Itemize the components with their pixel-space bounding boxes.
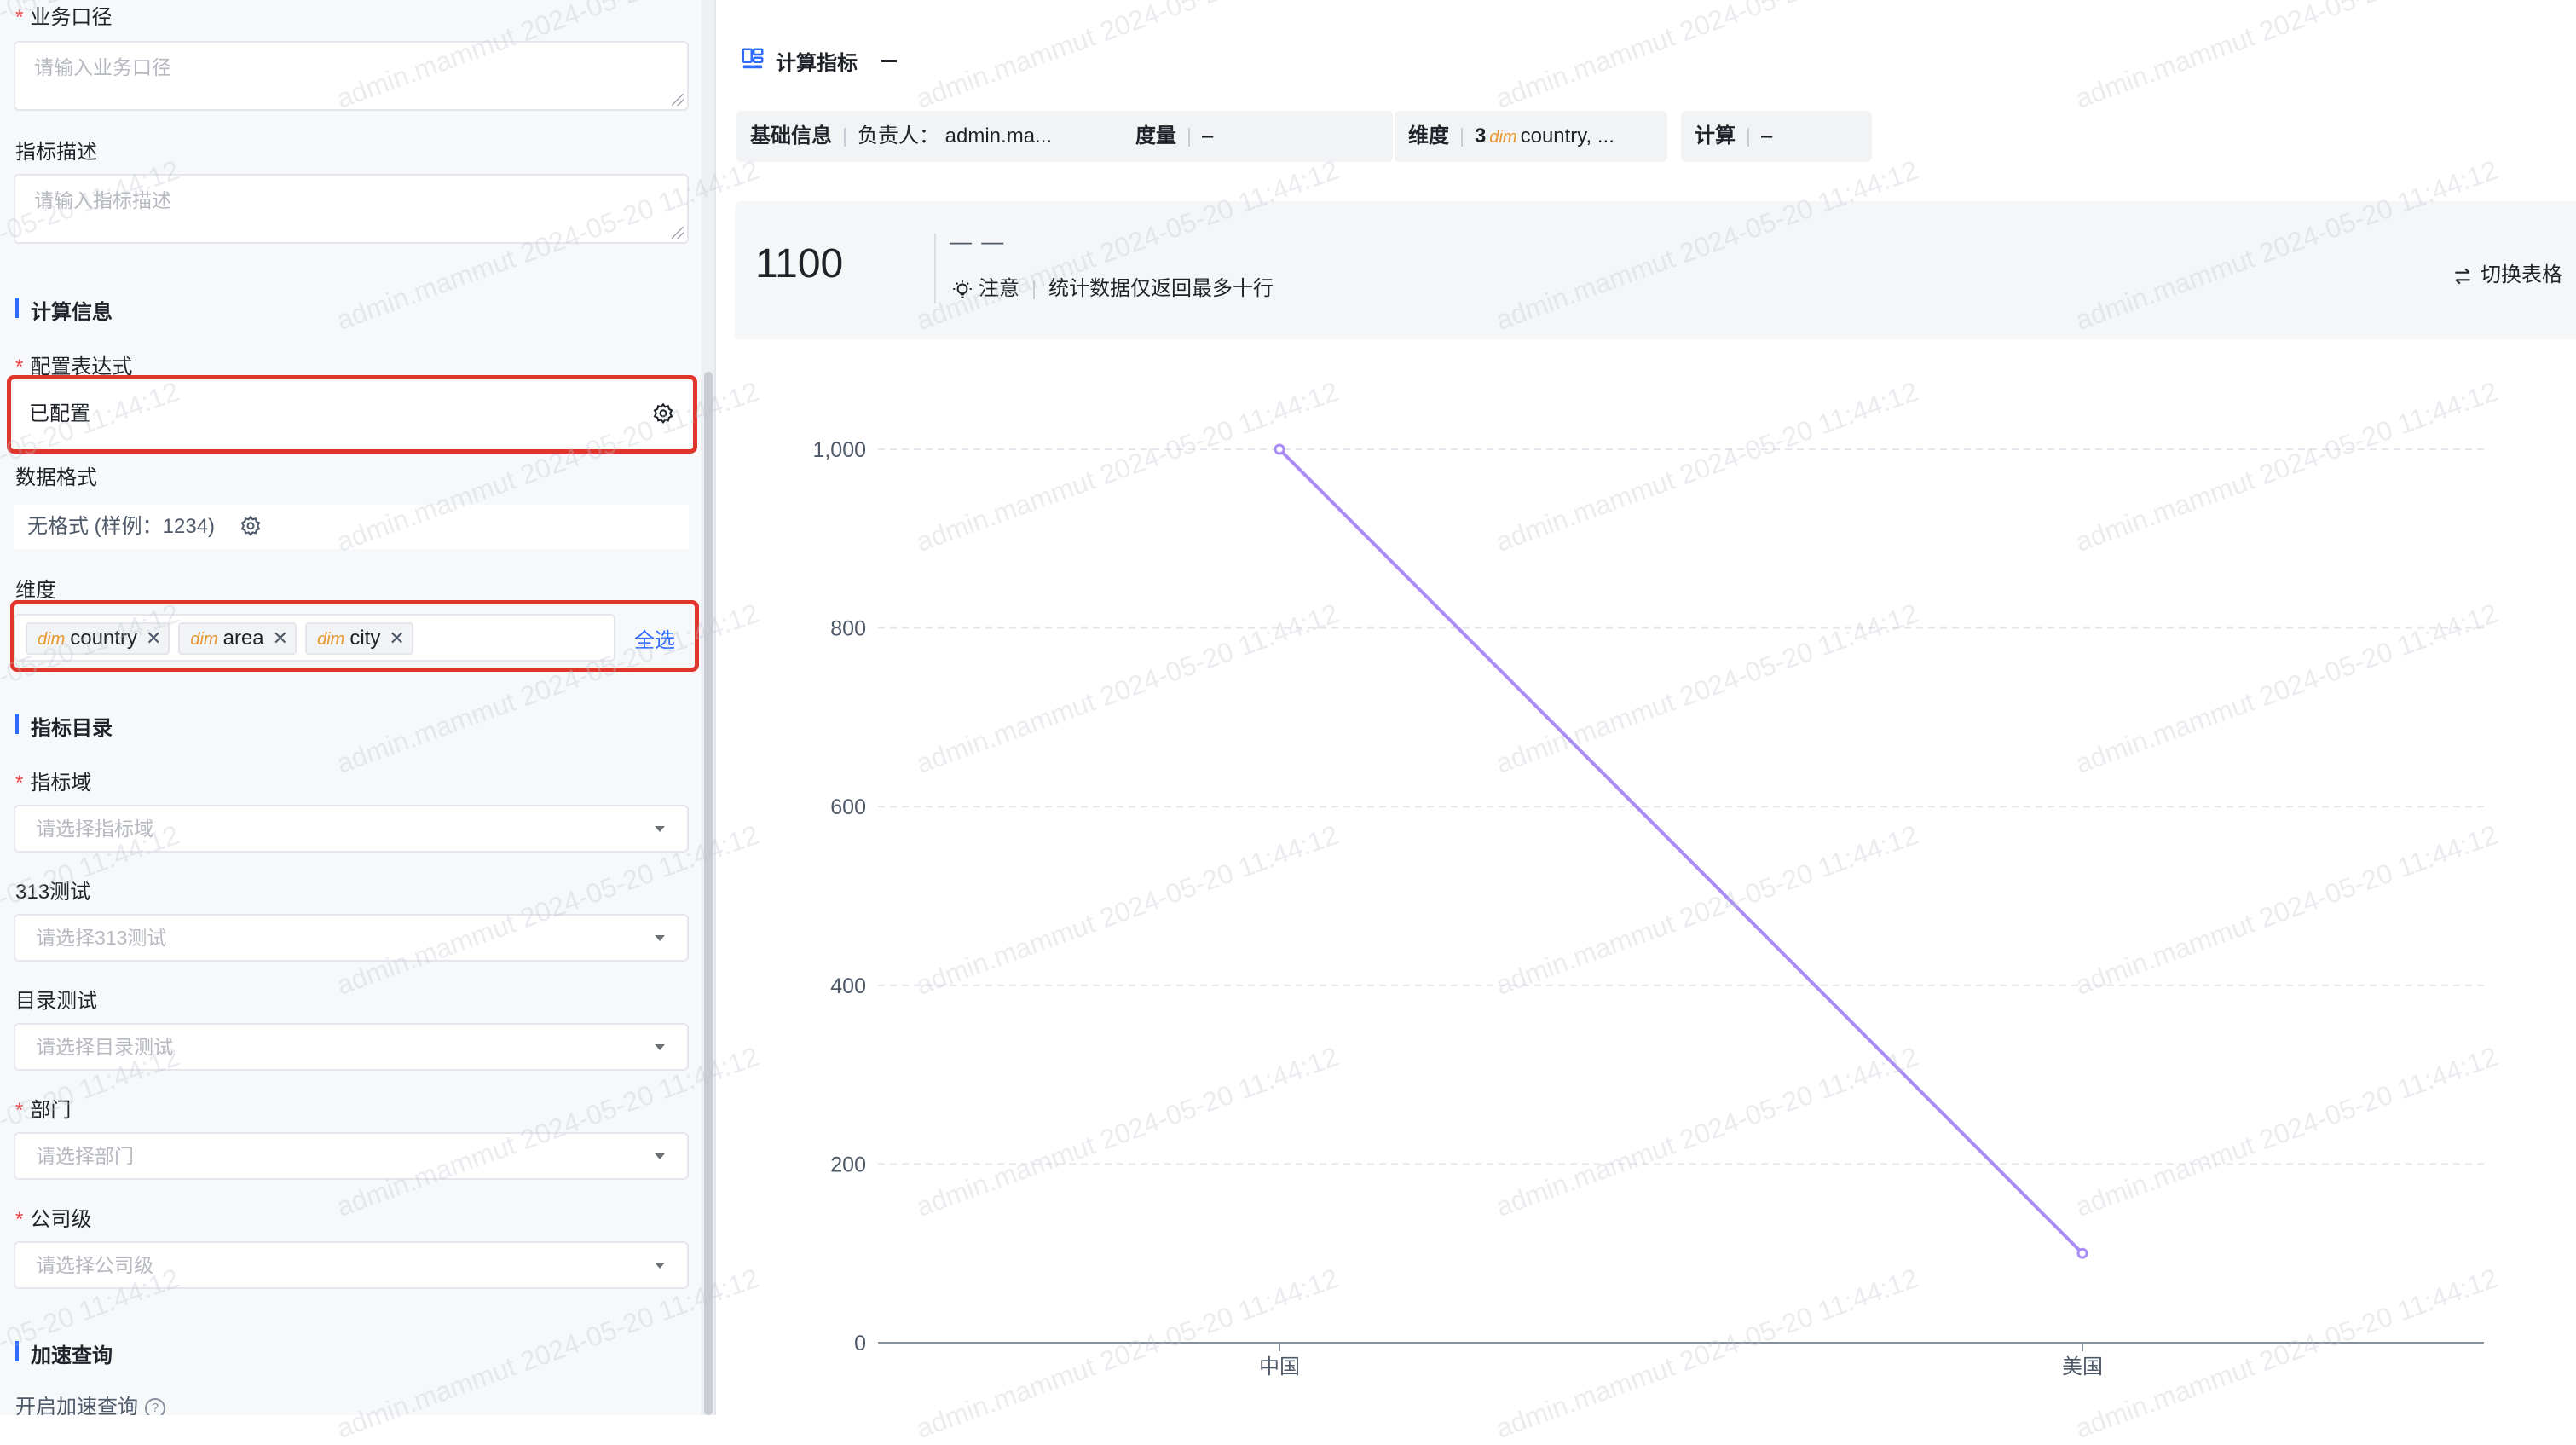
company-level-select[interactable]: 请选择公司级 (14, 1241, 689, 1289)
note-row: 注意 统计数据仅返回最多十行 (951, 271, 1274, 301)
swap-icon (2455, 268, 2470, 285)
resize-grip-icon[interactable] (672, 227, 684, 239)
dimension-pill[interactable]: 维度 3 dim country, ... (1395, 111, 1667, 162)
caret-down-icon (655, 1044, 665, 1050)
x-tick-label: 美国 (2062, 1355, 2103, 1379)
test313-label: 313测试 (15, 881, 91, 904)
catalog-test-select[interactable]: 请选择目录测试 (14, 1023, 689, 1071)
metric-preview-panel: 计算指标 基础信息 负责人： admin.ma... 度量 – 维度 3 dim coun… (716, 0, 2576, 1415)
metric-desc-label: 指标描述 (15, 141, 97, 164)
data-format-value: 无格式 (样例：1234) (27, 515, 216, 538)
catalog-test-label: 目录测试 (15, 990, 97, 1013)
test313-select[interactable]: 请选择313测试 (14, 914, 689, 962)
metric-desc-input[interactable]: 请输入指标描述 (14, 174, 689, 244)
switch-table-button[interactable]: 切换表格 (2452, 257, 2562, 287)
caret-down-icon (655, 1153, 665, 1159)
metric-domain-select[interactable]: 请选择指标域 (14, 805, 689, 853)
metric-big-value: 1100 (755, 241, 844, 286)
lightbulb-icon (953, 280, 972, 298)
metric-form-panel: * 业务口径 请输入业务口径 指标描述 请输入指标描述 计算信息 * 配置表达式 已… (0, 0, 714, 1415)
compare-value: — — (950, 228, 1006, 254)
data-point (1274, 443, 1285, 455)
preview-title: 计算指标 (776, 52, 858, 75)
chart-area: 0 200 400 600 800 1,000 中国 美国 (735, 339, 2576, 1415)
data-point (2076, 1247, 2088, 1259)
accel-toggle-label: 开启加速查询? (15, 1390, 165, 1415)
y-tick-label: 800 (830, 617, 866, 641)
y-tick-label: 200 (830, 1153, 866, 1176)
measure-pill[interactable]: 度量 – (1122, 111, 1393, 162)
company-level-label: * 公司级 (15, 1208, 92, 1231)
gear-icon[interactable] (239, 515, 263, 539)
scrollbar-thumb[interactable] (704, 372, 713, 1415)
y-tick-label: 600 (830, 795, 866, 819)
x-tick-label: 中国 (1259, 1355, 1300, 1379)
line-chart: 0 200 400 600 800 1,000 中国 美国 (812, 438, 2484, 1379)
business-caliber-input[interactable]: 请输入业务口径 (14, 41, 689, 111)
resize-grip-icon[interactable] (672, 94, 684, 106)
caret-down-icon (655, 1263, 665, 1269)
series-line (1278, 448, 2084, 1255)
department-label: * 部门 (15, 1099, 72, 1122)
dashboard-icon (742, 48, 764, 69)
y-tick-label: 400 (830, 974, 866, 998)
accel-section-title: 加速查询 (15, 1338, 113, 1368)
caret-down-icon (655, 826, 665, 832)
y-tick-label: 0 (854, 1332, 866, 1355)
calc-pill[interactable]: 计算 – (1681, 111, 1872, 162)
business-caliber-label: * 业务口径 (15, 6, 113, 29)
y-tick-label: 1,000 (812, 438, 866, 462)
dimensions-highlight-frame (10, 600, 699, 672)
dimensions-label: 维度 (15, 579, 56, 602)
caret-down-icon (655, 935, 665, 941)
department-select[interactable]: 请选择部门 (14, 1132, 689, 1180)
value-divider (934, 234, 936, 303)
expression-highlight-frame (7, 375, 697, 454)
data-format-field[interactable]: 无格式 (样例：1234) (14, 505, 689, 549)
calc-info-section-title: 计算信息 (15, 295, 113, 325)
data-format-label: 数据格式 (15, 466, 97, 489)
title-dash (881, 60, 897, 62)
metric-domain-label: * 指标域 (15, 772, 92, 795)
help-icon[interactable]: ? (145, 1397, 165, 1415)
basic-info-pill[interactable]: 基础信息 负责人： admin.ma... (736, 111, 1127, 162)
catalog-section-title: 指标目录 (15, 711, 113, 741)
